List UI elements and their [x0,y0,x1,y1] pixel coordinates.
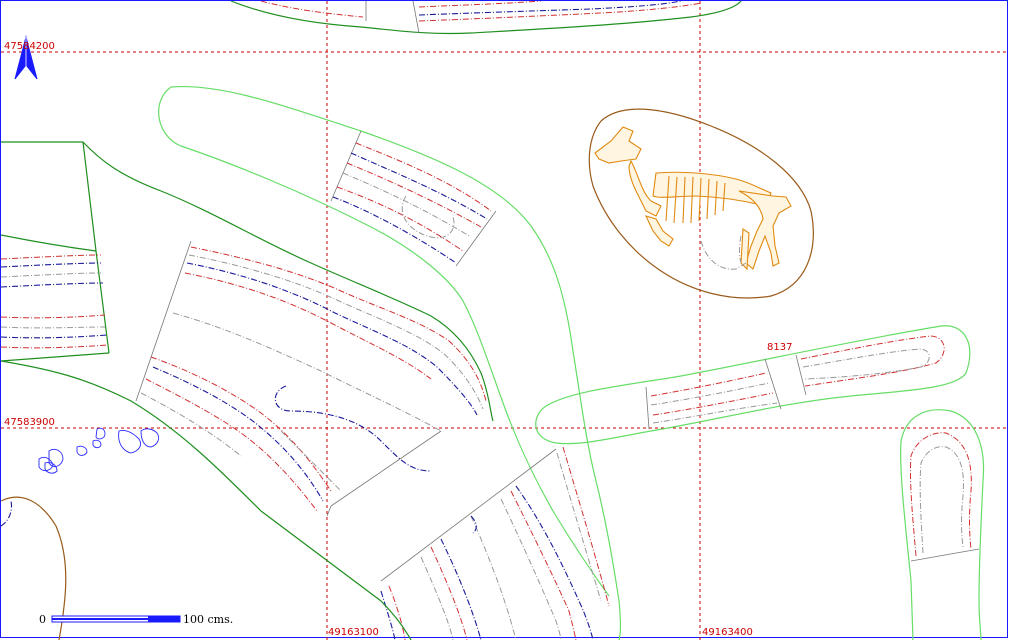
coord-label-y-top: 47584200 [4,41,55,52]
diagonal-trench [158,85,622,640]
map-drawing: 47584200 47583900 49163100 49163400 8137… [1,1,1009,640]
feature-label-8137: 8137 [767,342,792,353]
central-trench [1,141,494,640]
top-trench [230,1,742,35]
skeleton-icon [594,126,792,271]
trench-8137 [535,325,971,445]
contour-bottom-left [1,500,13,527]
burial-pit [588,108,814,299]
stones-cluster [38,427,160,474]
scale-start-label: 0 [39,613,46,626]
map-canvas[interactable]: 47584200 47583900 49163100 49163400 8137… [0,0,1009,640]
coord-label-y-mid: 47583900 [4,417,55,428]
coord-label-x-left: 49163100 [328,627,379,638]
right-edge-trench [900,409,985,640]
scale-end-label: 100 cms. [183,613,233,626]
coord-label-x-right: 49163400 [702,627,753,638]
scale-bar [51,615,181,623]
